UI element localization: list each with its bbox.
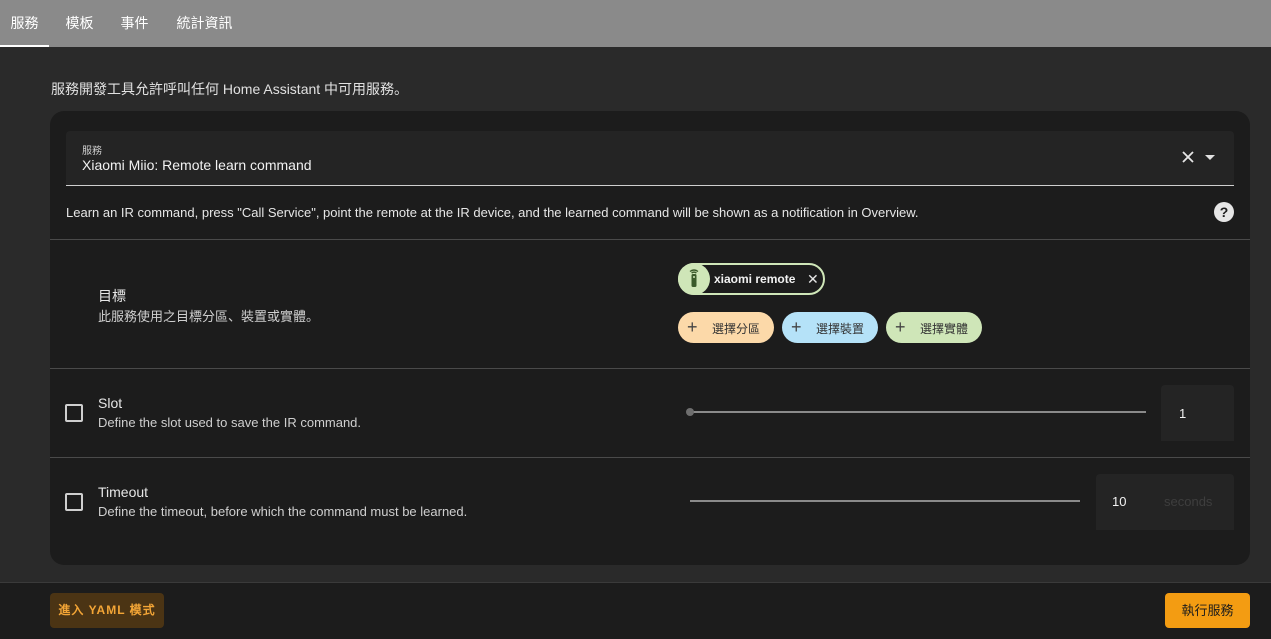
plus-icon: + [791, 317, 802, 337]
slot-slider[interactable] [690, 411, 1146, 413]
add-device-label: 選擇裝置 [816, 322, 865, 336]
service-select-label: 服務 [82, 146, 102, 157]
divider [50, 239, 1250, 240]
entity-chip-label: xiaomi remote [714, 272, 796, 286]
divider [50, 368, 1250, 369]
add-entity-button[interactable]: + 選擇實體 [886, 312, 982, 343]
add-area-label: 選擇分區 [712, 322, 761, 336]
tab-statistics[interactable]: 統計資訊 [166, 0, 243, 47]
yaml-mode-button[interactable]: 進入 YAML 模式 [50, 593, 164, 628]
plus-icon: + [895, 317, 906, 337]
slot-checkbox[interactable] [65, 404, 83, 422]
tab-events[interactable]: 事件 [110, 0, 159, 47]
service-select[interactable]: 服務 Xiaomi Miio: Remote learn command [66, 131, 1234, 186]
timeout-slider[interactable] [690, 500, 1080, 502]
dropdown-arrow-icon[interactable] [1205, 155, 1215, 160]
tab-templates[interactable]: 模板 [55, 0, 104, 47]
timeout-input[interactable]: 10 seconds [1096, 474, 1234, 530]
target-subtitle: 此服務使用之目標分區、裝置或實體。 [98, 309, 320, 324]
slot-input[interactable]: 1 [1161, 385, 1234, 441]
tab-bar: 服務 模板 事件 統計資訊 [0, 0, 1271, 47]
footer-bar: 進入 YAML 模式 執行服務 [0, 582, 1271, 639]
slot-slider-handle[interactable] [686, 408, 694, 416]
service-select-value: Xiaomi Miio: Remote learn command [82, 157, 312, 173]
call-service-button[interactable]: 執行服務 [1165, 593, 1250, 628]
slot-subtitle: Define the slot used to save the IR comm… [98, 415, 362, 430]
add-area-button[interactable]: + 選擇分區 [678, 312, 774, 343]
timeout-title: Timeout [98, 484, 149, 500]
service-card: 服務 Xiaomi Miio: Remote learn command Lea… [50, 111, 1250, 565]
timeout-subtitle: Define the timeout, before which the com… [98, 504, 468, 519]
main-content: 服務開發工具允許呼叫任何 Home Assistant 中可用服務。 服務 Xi… [0, 47, 1271, 582]
plus-icon: + [687, 317, 698, 337]
service-description: Learn an IR command, press "Call Service… [66, 205, 919, 220]
slot-title: Slot [98, 395, 123, 411]
timeout-checkbox[interactable] [65, 493, 83, 511]
intro-text: 服務開發工具允許呼叫任何 Home Assistant 中可用服務。 [51, 81, 409, 97]
slot-value: 1 [1179, 406, 1187, 421]
help-icon[interactable]: ? [1214, 202, 1234, 222]
divider [50, 457, 1250, 458]
tab-services[interactable]: 服務 [0, 0, 49, 47]
remote-icon [678, 263, 710, 295]
remove-entity-icon[interactable]: ✕ [807, 269, 819, 289]
add-device-button[interactable]: + 選擇裝置 [782, 312, 878, 343]
timeout-unit: seconds [1164, 494, 1213, 509]
target-title: 目標 [98, 288, 126, 304]
clear-icon[interactable] [1180, 149, 1196, 165]
entity-chip-xiaomi-remote[interactable]: xiaomi remote ✕ [678, 263, 825, 295]
add-entity-label: 選擇實體 [920, 322, 969, 336]
timeout-value: 10 [1112, 494, 1127, 509]
